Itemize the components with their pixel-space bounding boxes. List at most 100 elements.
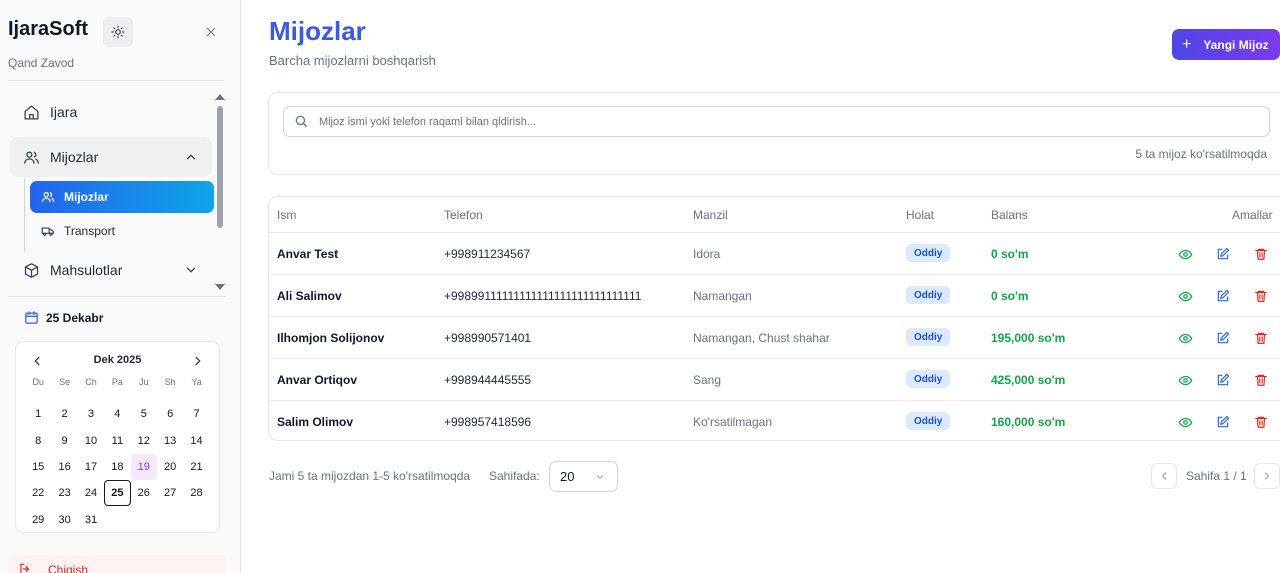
calendar-day[interactable]: 15 <box>25 454 51 480</box>
sidebar-scrollbar[interactable] <box>215 92 225 294</box>
calendar-day[interactable]: 30 <box>51 506 77 532</box>
calendar-day[interactable]: 9 <box>51 428 77 454</box>
delete-button[interactable] <box>1253 414 1269 430</box>
delete-button[interactable] <box>1253 288 1269 304</box>
calendar-day[interactable]: 29 <box>25 506 51 532</box>
search-box[interactable] <box>283 106 1270 137</box>
calendar-day[interactable]: 20 <box>157 454 183 480</box>
calendar-day[interactable]: 8 <box>25 428 51 454</box>
trash-icon <box>1254 415 1268 429</box>
prev-page-button[interactable] <box>1151 463 1177 489</box>
calendar-day[interactable]: 5 <box>131 401 157 427</box>
calendar-day[interactable]: 12 <box>131 428 157 454</box>
edit-button[interactable] <box>1215 288 1231 304</box>
calendar-day[interactable]: 11 <box>104 428 130 454</box>
edit-button[interactable] <box>1215 330 1231 346</box>
view-button[interactable] <box>1177 330 1193 346</box>
scroll-up-arrow[interactable] <box>215 94 225 100</box>
sidebar-subitem-mijozlar[interactable]: Mijozlar <box>30 181 214 213</box>
calendar-day[interactable]: 25 <box>104 480 131 507</box>
client-phone: +998944445555 <box>444 373 532 387</box>
calendar-day[interactable]: 23 <box>51 480 77 506</box>
calendar-day[interactable]: 3 <box>78 401 104 427</box>
eye-icon <box>1178 373 1193 388</box>
users-icon <box>22 148 40 166</box>
close-sidebar-button[interactable] <box>202 23 220 41</box>
calendar-weekday: Ya <box>191 377 202 387</box>
calendar-day[interactable]: 28 <box>183 480 209 506</box>
client-balance: 0 so'm <box>991 247 1029 261</box>
calendar-day[interactable]: 19 <box>130 453 157 481</box>
view-button[interactable] <box>1177 246 1193 262</box>
calendar-day[interactable]: 1 <box>25 401 51 427</box>
sidebar-item-mijozlar[interactable]: Mijozlar <box>10 137 212 177</box>
current-date: 25 Dekabr <box>24 310 103 326</box>
sidebar-subitem-transport[interactable]: Transport <box>30 215 214 247</box>
edit-button[interactable] <box>1215 414 1231 430</box>
delete-button[interactable] <box>1253 372 1269 388</box>
calendar-day[interactable]: 17 <box>78 454 104 480</box>
calendar-day[interactable]: 21 <box>183 454 209 480</box>
theme-toggle-button[interactable] <box>103 17 133 47</box>
logout-icon <box>18 562 34 573</box>
sidebar-item-label: Mijozlar <box>50 149 99 165</box>
calendar-day[interactable]: 22 <box>25 480 51 506</box>
eye-icon <box>1178 415 1193 430</box>
status-badge: Oddiy <box>906 286 951 304</box>
edit-icon <box>1216 247 1230 261</box>
header-balance: Balans <box>991 208 1028 222</box>
edit-icon <box>1216 289 1230 303</box>
calendar-month: Dek 2025 <box>93 354 142 366</box>
per-page-select[interactable]: 20 <box>549 461 618 492</box>
edit-icon <box>1216 331 1230 345</box>
search-input[interactable] <box>319 115 1219 128</box>
trash-icon <box>1254 373 1268 387</box>
header-name: Ism <box>277 208 297 222</box>
scroll-thumb[interactable] <box>217 106 223 228</box>
view-button[interactable] <box>1177 414 1193 430</box>
logout-button[interactable]: Chiqish <box>8 555 226 573</box>
next-page-button[interactable] <box>1254 463 1280 489</box>
edit-button[interactable] <box>1215 372 1231 388</box>
eye-icon <box>1178 247 1193 262</box>
header-actions: Amallar <box>1232 208 1273 222</box>
view-button[interactable] <box>1177 288 1193 304</box>
eye-icon <box>1178 289 1193 304</box>
calendar-day[interactable]: 14 <box>183 428 209 454</box>
sidebar-subitem-label: Transport <box>64 224 115 238</box>
sidebar-item-ijara[interactable]: Ijara <box>10 92 212 132</box>
calendar-day[interactable]: 2 <box>51 401 77 427</box>
calendar-day[interactable]: 6 <box>157 401 183 427</box>
calendar-day[interactable]: 7 <box>183 401 209 427</box>
calendar-day[interactable]: 24 <box>78 480 104 506</box>
status-badge: Oddiy <box>906 328 951 346</box>
calendar-day[interactable]: 27 <box>157 480 183 506</box>
scroll-down-arrow[interactable] <box>215 284 225 290</box>
delete-button[interactable] <box>1253 246 1269 262</box>
delete-button[interactable] <box>1253 330 1269 346</box>
sidebar-item-mahsulotlar[interactable]: Mahsulotlar <box>10 250 212 290</box>
edit-button[interactable] <box>1215 246 1231 262</box>
calendar-day[interactable]: 18 <box>104 454 130 480</box>
view-button[interactable] <box>1177 372 1193 388</box>
calendar-day[interactable]: 13 <box>157 428 183 454</box>
eye-icon <box>1178 331 1193 346</box>
status-badge: Oddiy <box>906 412 951 430</box>
sidebar: IjaraSoft Qand Zavod Ijara Mijozlar Mijo… <box>0 0 241 573</box>
logout-label: Chiqish <box>48 563 89 573</box>
client-name: Anvar Test <box>277 247 339 261</box>
client-balance: 160,000 so'm <box>991 415 1066 429</box>
calendar-day[interactable]: 10 <box>78 428 104 454</box>
calendar-day[interactable]: 26 <box>131 480 157 506</box>
chevron-right-icon[interactable] <box>191 354 205 368</box>
users-icon <box>40 189 56 205</box>
calendar-day[interactable]: 4 <box>104 401 130 427</box>
calendar-day[interactable]: 16 <box>51 454 77 480</box>
truck-icon <box>40 223 56 239</box>
calendar-day[interactable]: 31 <box>78 506 104 532</box>
calendar-icon <box>24 310 40 326</box>
trash-icon <box>1254 247 1268 261</box>
chevron-down-icon <box>597 475 603 479</box>
new-client-button[interactable]: + Yangi Mijoz <box>1172 29 1280 60</box>
status-badge: Oddiy <box>906 244 951 262</box>
